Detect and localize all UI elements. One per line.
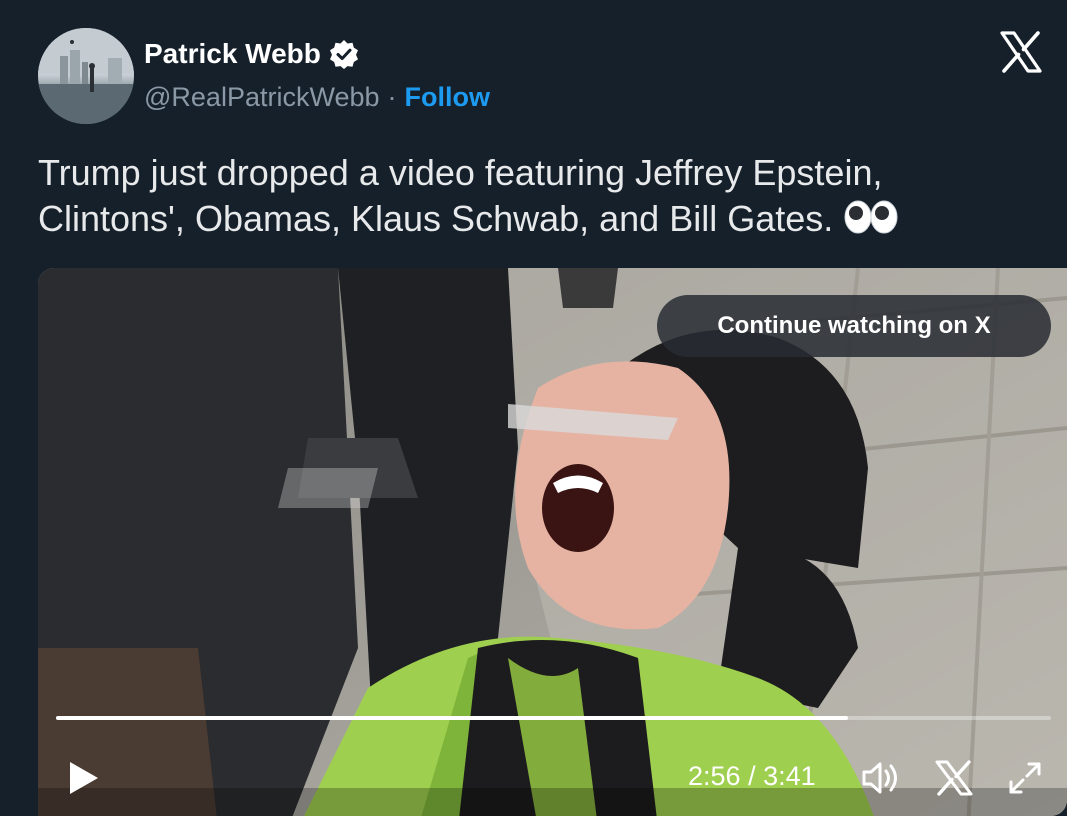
progress-bar[interactable]	[56, 716, 1051, 720]
verified-badge-icon	[329, 39, 359, 69]
tweet-embed-card: Patrick Webb @RealPatrickWebb · Follow T…	[0, 0, 1067, 816]
current-time: 2:56	[688, 761, 741, 791]
eyes-emoji-icon	[843, 199, 899, 235]
duration: 3:41	[763, 761, 816, 791]
avatar[interactable]	[38, 28, 134, 124]
progress-bar-fill	[56, 716, 849, 720]
time-separator: /	[748, 761, 756, 791]
author-name[interactable]: Patrick Webb	[144, 38, 321, 70]
author-handle[interactable]: @RealPatrickWebb	[144, 82, 380, 113]
author-name-row[interactable]: Patrick Webb	[144, 38, 359, 70]
continue-watching-button[interactable]: Continue watching on X	[657, 295, 1051, 357]
tweet-text: Trump just dropped a video featuring Jef…	[38, 150, 1028, 242]
follow-button[interactable]: Follow	[405, 82, 490, 113]
x-logo-icon[interactable]	[999, 30, 1043, 74]
fullscreen-icon[interactable]	[1003, 756, 1047, 800]
video-player[interactable]: Continue watching on X 2:56 / 3:41	[38, 268, 1067, 816]
handle-row: @RealPatrickWebb · Follow	[144, 82, 490, 113]
play-icon[interactable]	[64, 758, 104, 798]
x-logo-icon[interactable]	[932, 756, 976, 800]
tweet-body: Trump just dropped a video featuring Jef…	[38, 152, 883, 239]
separator-dot: ·	[387, 82, 397, 112]
time-readout: 2:56 / 3:41	[688, 761, 816, 792]
volume-icon[interactable]	[858, 756, 902, 800]
